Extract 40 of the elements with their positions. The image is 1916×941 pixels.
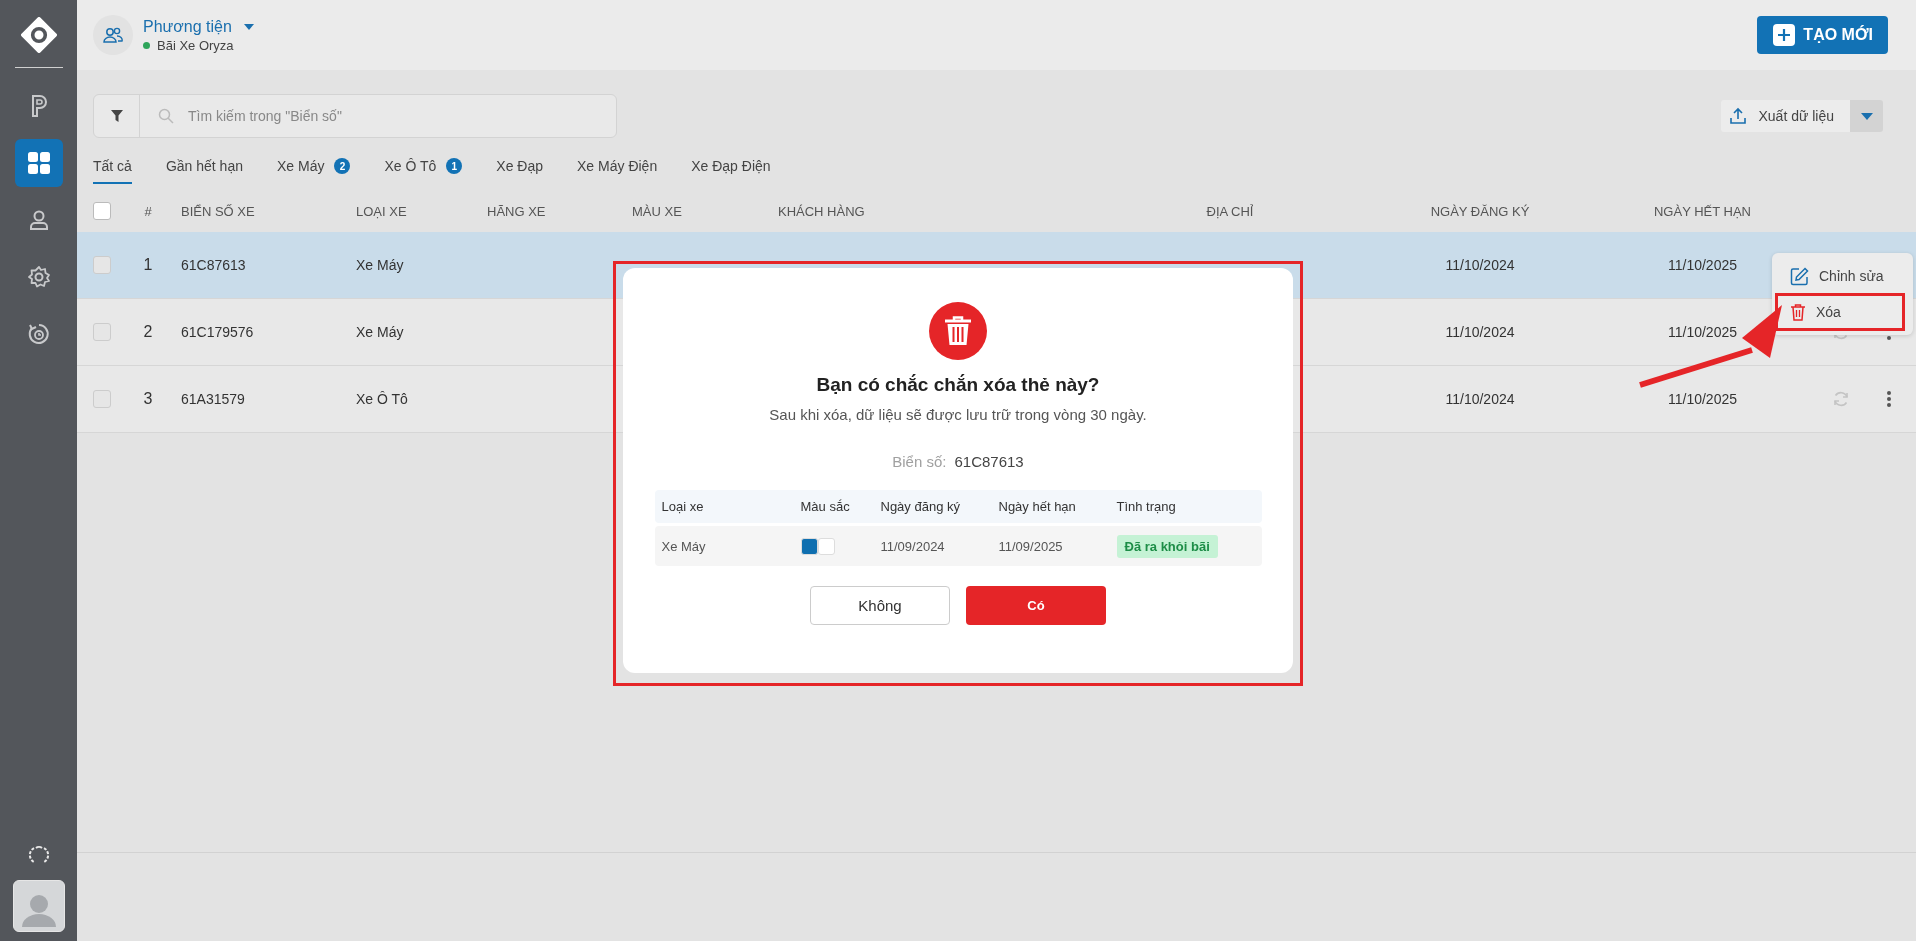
status-tag: Đã ra khỏi bãi — [1116, 534, 1218, 558]
count-badge: 2 — [334, 158, 351, 174]
table-cell-text: Xe Máy — [661, 538, 707, 554]
column-header: BIỂN SỐ XE — [180, 203, 256, 219]
table-cell: 11/10/2025 — [1668, 324, 1737, 340]
column-header: NGÀY ĐĂNG KÝ — [1429, 203, 1531, 219]
column-header: KHÁCH HÀNG — [777, 203, 866, 219]
table-cell-text: 11/09/2024 — [880, 538, 946, 554]
table-cell: 61C87613 — [181, 257, 246, 273]
table-cell: 61C179576 — [181, 324, 254, 340]
plate-label: Biển số: — [892, 453, 947, 470]
table-cell: 11/10/2024 — [1445, 324, 1515, 340]
table-cell: 61A31579 — [181, 391, 245, 407]
dialog-message: Sau khi xóa, dữ liệu sẽ được lưu trữ trong vòng 30 ngày. — [769, 406, 1147, 423]
column-header: LOẠI XE — [355, 203, 408, 219]
row-number: 1 — [143, 256, 153, 274]
column-header: Tình trạng — [1116, 499, 1177, 514]
column-header: Màu sắc — [800, 499, 851, 514]
column-header: Ngày hết hạn — [998, 499, 1077, 514]
table-cell: 11/10/2024 — [1445, 257, 1515, 273]
table-cell: 11/10/2024 — [1445, 391, 1515, 407]
table-cell: 11/10/2025 — [1668, 257, 1737, 273]
column-header: MÀU XE — [631, 203, 683, 219]
column-header: NGÀY HẾT HẠN — [1652, 203, 1752, 219]
dialog-title: Bạn có chắc chắn xóa thẻ này? — [816, 374, 1100, 396]
column-header: ĐỊA CHỈ — [1205, 203, 1255, 219]
table-cell-text: 11/09/2025 — [998, 538, 1064, 554]
column-header: Ngày đăng ký — [880, 499, 961, 514]
count-badge: 1 — [446, 158, 463, 174]
column-header: HÃNG XE — [486, 203, 547, 219]
column-header: # — [143, 203, 153, 219]
parking-lot-name: Bãi Xe Oryza — [157, 37, 234, 53]
table-cell: Xe Máy — [356, 257, 404, 273]
plate-number: 61C87613 — [954, 453, 1024, 470]
table-cell: Xe Máy — [356, 324, 404, 340]
column-header: Loại xe — [661, 499, 705, 514]
row-number: 3 — [143, 390, 153, 408]
row-number: 2 — [143, 323, 153, 341]
table-cell: Xe Ô Tô — [356, 391, 408, 407]
table-cell: 11/10/2025 — [1668, 391, 1737, 407]
